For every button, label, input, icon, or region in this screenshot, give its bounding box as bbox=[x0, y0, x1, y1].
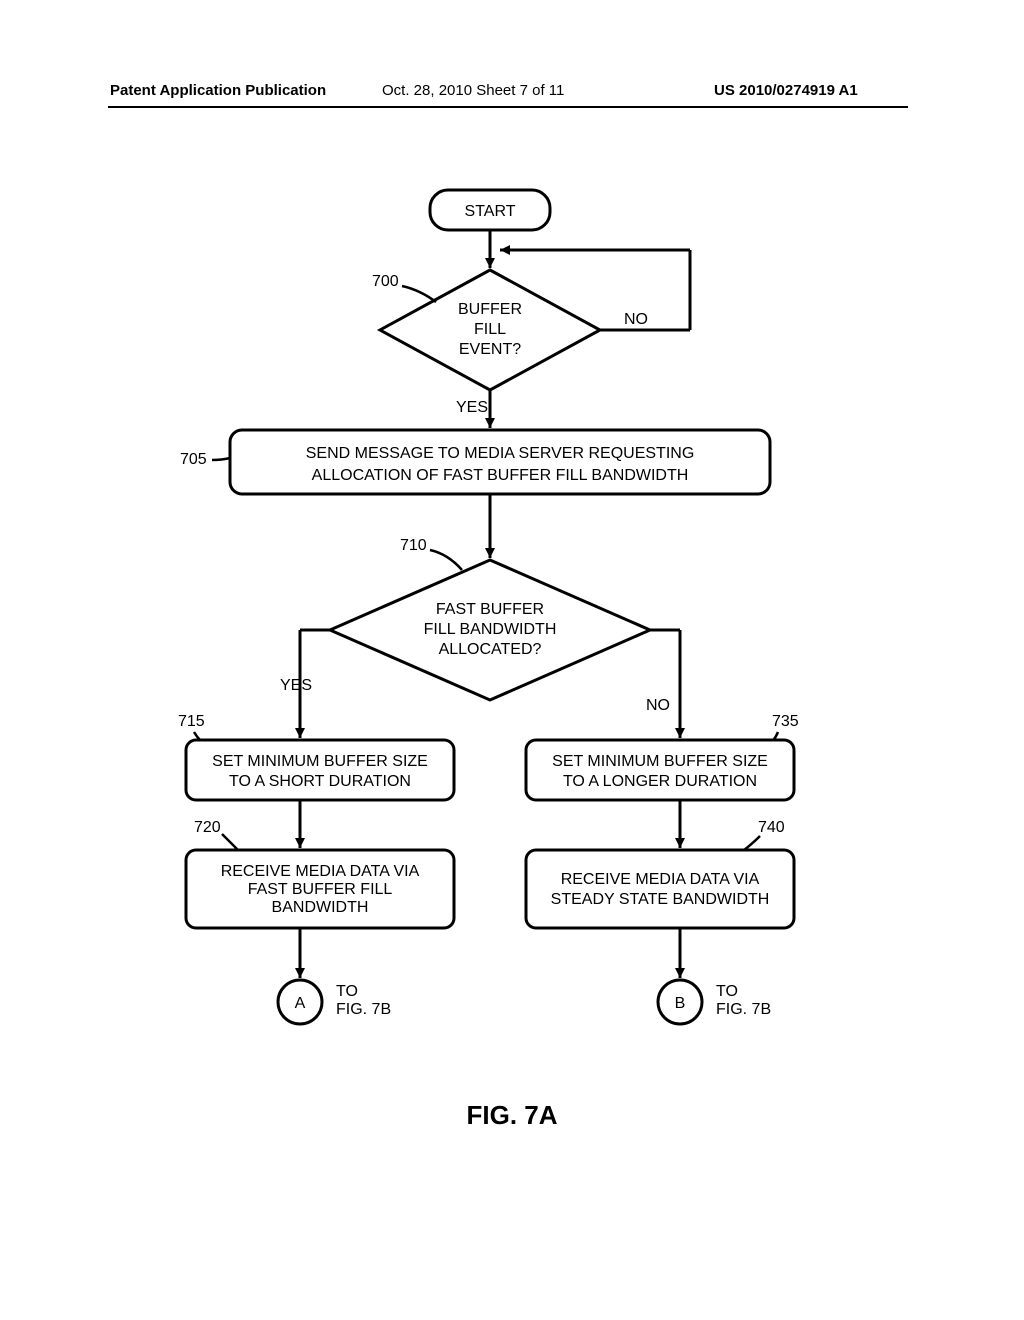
edge-d2-no: NO bbox=[646, 630, 680, 738]
p1-l2: ALLOCATION OF FAST BUFFER FILL BANDWIDTH bbox=[312, 467, 689, 484]
d2-l1: FAST BUFFER bbox=[436, 601, 544, 618]
flowchart: START BUFFER FILL EVENT? 700 NO bbox=[0, 150, 1024, 1150]
yes-label-1: YES bbox=[456, 399, 488, 416]
ref-735: 735 bbox=[772, 713, 799, 730]
ref-740-tick bbox=[744, 836, 760, 850]
start-node: START bbox=[430, 190, 550, 230]
yes-label-2: YES bbox=[280, 677, 312, 694]
toB-l2: FIG. 7B bbox=[716, 1001, 771, 1018]
l1-l2: TO A SHORT DURATION bbox=[229, 773, 411, 790]
toA-l2: FIG. 7B bbox=[336, 1001, 391, 1018]
r2-l1: RECEIVE MEDIA DATA VIA bbox=[561, 871, 760, 888]
d1-l1: BUFFER bbox=[458, 301, 522, 318]
ref-720: 720 bbox=[194, 819, 221, 836]
l1-l1: SET MINIMUM BUFFER SIZE bbox=[212, 753, 428, 770]
page: Patent Application Publication Oct. 28, … bbox=[0, 0, 1024, 1320]
ref-715: 715 bbox=[178, 713, 205, 730]
r2-l2: STEADY STATE BANDWIDTH bbox=[551, 891, 770, 908]
ref-710-tick bbox=[430, 550, 462, 570]
d1-l2: FILL bbox=[474, 321, 506, 338]
ref-705-tick bbox=[212, 458, 230, 460]
connector-A: A bbox=[278, 980, 322, 1024]
process-receive-fast-buffer: RECEIVE MEDIA DATA VIA FAST BUFFER FILL … bbox=[186, 850, 454, 928]
decision-fast-buffer-allocated: FAST BUFFER FILL BANDWIDTH ALLOCATED? bbox=[330, 560, 650, 700]
toB-l1: TO bbox=[716, 983, 738, 1000]
connector-B: B bbox=[658, 980, 702, 1024]
toA-l1: TO bbox=[336, 983, 358, 1000]
process-receive-steady-state: RECEIVE MEDIA DATA VIA STEADY STATE BAND… bbox=[526, 850, 794, 928]
r1-l1: SET MINIMUM BUFFER SIZE bbox=[552, 753, 768, 770]
no-label-1: NO bbox=[624, 311, 648, 328]
connB-label: B bbox=[675, 995, 686, 1012]
ref-700-tick bbox=[402, 286, 436, 302]
header-rule bbox=[108, 106, 908, 108]
d2-l2: FILL BANDWIDTH bbox=[424, 621, 557, 638]
edge-d2-yes: YES bbox=[280, 630, 330, 738]
ref-710: 710 bbox=[400, 537, 427, 554]
ref-705: 705 bbox=[180, 451, 207, 468]
process-set-min-buffer-short: SET MINIMUM BUFFER SIZE TO A SHORT DURAT… bbox=[186, 740, 454, 800]
l2-l1: RECEIVE MEDIA DATA VIA bbox=[221, 863, 420, 880]
figure-title: FIG. 7A bbox=[0, 1100, 1024, 1131]
ref-700: 700 bbox=[372, 273, 399, 290]
process-set-min-buffer-long: SET MINIMUM BUFFER SIZE TO A LONGER DURA… bbox=[526, 740, 794, 800]
ref-720-tick bbox=[222, 834, 238, 850]
l2-l3: BANDWIDTH bbox=[272, 899, 369, 916]
no-label-2: NO bbox=[646, 697, 670, 714]
ref-740: 740 bbox=[758, 819, 785, 836]
header-left: Patent Application Publication bbox=[110, 82, 326, 99]
process-send-message: SEND MESSAGE TO MEDIA SERVER REQUESTING … bbox=[230, 430, 770, 494]
r1-l2: TO A LONGER DURATION bbox=[563, 773, 757, 790]
l2-l2: FAST BUFFER FILL bbox=[248, 881, 393, 898]
connA-label: A bbox=[295, 995, 306, 1012]
d2-l3: ALLOCATED? bbox=[439, 641, 542, 658]
start-label: START bbox=[465, 203, 516, 220]
page-header: Patent Application Publication Oct. 28, … bbox=[0, 82, 1024, 112]
header-mid: Oct. 28, 2010 Sheet 7 of 11 bbox=[382, 82, 564, 99]
header-right: US 2010/0274919 A1 bbox=[714, 82, 858, 99]
d1-l3: EVENT? bbox=[459, 341, 521, 358]
p1-l1: SEND MESSAGE TO MEDIA SERVER REQUESTING bbox=[306, 445, 695, 462]
